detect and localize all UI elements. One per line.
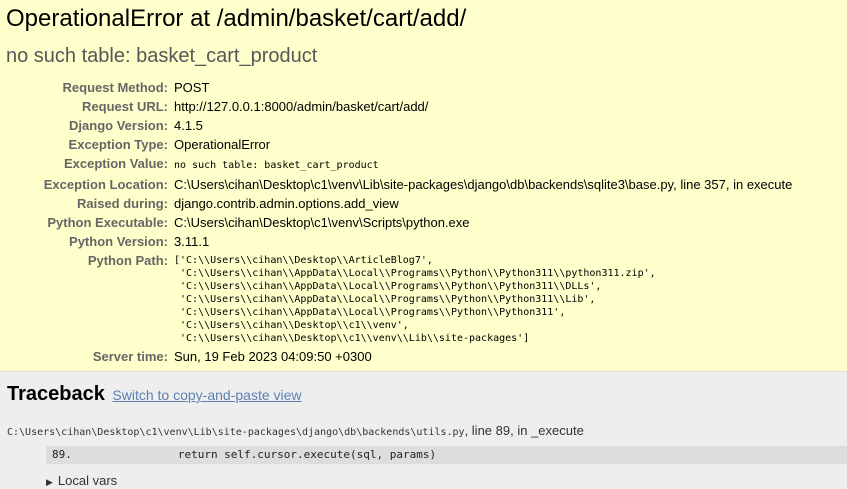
- traceback-heading: Traceback Switch to copy-and-paste view: [7, 380, 847, 409]
- traceback-section: Traceback Switch to copy-and-paste view …: [0, 372, 847, 488]
- meta-label: Exception Value:: [63, 156, 168, 171]
- triangle-right-icon: ▶: [46, 477, 53, 487]
- meta-value: http://127.0.0.1:8000/admin/basket/cart/…: [174, 99, 429, 114]
- request-meta-table: Request Method: POST Request URL: http:/…: [6, 78, 793, 366]
- python-path-list: ['C:\\Users\\cihan\\Desktop\\ArticleBlog…: [174, 255, 656, 344]
- exception-value-text: no such table: basket_cart_product: [174, 160, 379, 171]
- local-vars-label: Local vars: [57, 473, 118, 488]
- frame-line-info: , line 89, in _execute: [464, 423, 584, 438]
- meta-value: C:\Users\cihan\Desktop\c1\venv\Lib\site-…: [174, 177, 793, 192]
- meta-row-python-path: Python Path: ['C:\\Users\\cihan\\Desktop…: [6, 251, 792, 347]
- local-vars-toggle[interactable]: ▶ Local vars: [46, 473, 847, 488]
- meta-value: django.contrib.admin.options.add_view: [174, 196, 399, 211]
- meta-value: no such table: basket_cart_product: [174, 154, 792, 175]
- meta-row-server-time: Server time: Sun, 19 Feb 2023 04:09:50 +…: [6, 347, 792, 366]
- meta-label: Django Version:: [69, 118, 168, 133]
- frame-file-location: C:\Users\cihan\Desktop\c1\venv\Lib\site-…: [7, 423, 847, 438]
- meta-label: Python Version:: [69, 234, 168, 249]
- meta-row-exception-location: Exception Location: C:\Users\cihan\Deskt…: [6, 175, 793, 194]
- meta-row-python-executable: Python Executable: C:\Users\cihan\Deskto…: [6, 213, 792, 232]
- meta-label: Python Path:: [87, 253, 168, 268]
- meta-value: OperationalError: [174, 137, 271, 152]
- meta-value: C:\Users\cihan\Desktop\c1\venv\Scripts\p…: [174, 215, 470, 230]
- meta-row-exception-value: Exception Value: no such table: basket_c…: [6, 154, 792, 175]
- meta-row-python-version: Python Version: 3.11.1: [6, 232, 792, 251]
- meta-value: POST: [174, 80, 210, 95]
- meta-label: Raised during:: [76, 196, 168, 211]
- page-title: OperationalError at /admin/basket/cart/a…: [6, 5, 467, 32]
- frame-file-path: C:\Users\cihan\Desktop\c1\venv\Lib\site-…: [7, 427, 465, 438]
- meta-value: Sun, 19 Feb 2023 04:09:50 +0300: [174, 349, 372, 364]
- meta-label: Server time:: [92, 349, 168, 364]
- meta-value: 4.1.5: [174, 118, 203, 133]
- meta-value: ['C:\\Users\\cihan\\Desktop\\ArticleBlog…: [174, 251, 792, 347]
- meta-row-request-method: Request Method: POST: [6, 78, 792, 97]
- meta-label: Request Method:: [62, 80, 168, 95]
- meta-value: 3.11.1: [174, 234, 210, 249]
- traceback-title: Traceback: [7, 383, 105, 405]
- meta-row-raised-during: Raised during: django.contrib.admin.opti…: [6, 194, 792, 213]
- meta-label: Exception Type:: [68, 137, 168, 152]
- meta-label: Exception Location:: [43, 177, 168, 192]
- meta-row-django-version: Django Version: 4.1.5: [6, 116, 792, 135]
- meta-row-request-url: Request URL: http://127.0.0.1:8000/admin…: [6, 97, 792, 116]
- meta-row-exception-type: Exception Type: OperationalError: [6, 135, 792, 154]
- frame-context-line[interactable]: 89. return self.cursor.execute(sql, para…: [46, 446, 847, 464]
- error-summary: OperationalError at /admin/basket/cart/a…: [0, 0, 847, 372]
- exception-subtitle: no such table: basket_cart_product: [6, 45, 318, 67]
- meta-label: Request URL:: [82, 99, 168, 114]
- meta-label: Python Executable:: [47, 215, 168, 230]
- switch-to-copy-paste-link[interactable]: Switch to copy-and-paste view: [112, 387, 301, 403]
